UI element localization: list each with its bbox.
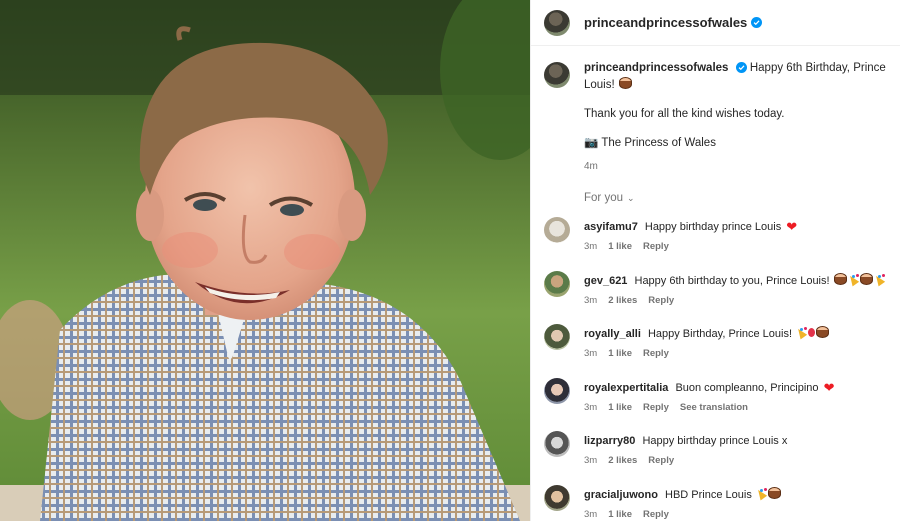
- reply-button[interactable]: Reply: [648, 455, 674, 466]
- camera-icon: 📷: [584, 137, 598, 149]
- avatar[interactable]: [544, 485, 570, 511]
- photo-boy-smiling: [0, 0, 530, 521]
- comment-time: 3m: [584, 241, 597, 252]
- caption-credit: The Princess of Wales: [601, 137, 716, 149]
- avatar[interactable]: [544, 431, 570, 457]
- comment-text: Happy 6th birthday to you, Prince Louis!: [635, 275, 830, 287]
- reply-button[interactable]: Reply: [643, 241, 669, 252]
- comment-likes[interactable]: 1 like: [608, 402, 632, 413]
- party-popper-emoji-icon: [848, 274, 859, 285]
- party-popper-emoji-icon: [874, 274, 885, 285]
- comment-likes[interactable]: 1 like: [608, 241, 632, 252]
- post-sidebar: princeandprincessofwales princeandprince…: [530, 0, 900, 521]
- verified-badge-icon: [736, 62, 747, 73]
- comment-item: lizparry80 Happy birthday prince Louis x…: [544, 424, 887, 478]
- comment-time: 3m: [584, 455, 597, 466]
- comment-likes[interactable]: 1 like: [608, 348, 632, 359]
- avatar[interactable]: [544, 10, 570, 36]
- comment-item: gev_621 Happy 6th birthday to you, Princ…: [544, 264, 887, 318]
- comment-username[interactable]: royally_alli: [584, 328, 641, 340]
- comment-username[interactable]: gracialjuwono: [584, 489, 658, 501]
- header-username[interactable]: princeandprincessofwales: [584, 15, 747, 30]
- comment-likes[interactable]: 1 like: [608, 509, 632, 520]
- caption-thanks: Thank you for all the kind wishes today.: [584, 106, 887, 123]
- verified-badge-icon: [751, 17, 762, 28]
- comment-time: 3m: [584, 509, 597, 520]
- avatar[interactable]: [544, 378, 570, 404]
- post-photo[interactable]: [0, 0, 530, 521]
- caption-username[interactable]: princeandprincessofwales: [584, 62, 728, 74]
- avatar[interactable]: [544, 324, 570, 350]
- comment-text: Happy birthday prince Louis x: [642, 435, 787, 447]
- caption-time: 4m: [584, 158, 887, 175]
- avatar[interactable]: [544, 271, 570, 297]
- instagram-post-view: princeandprincessofwales princeandprince…: [0, 0, 900, 521]
- comment-username[interactable]: gev_621: [584, 275, 627, 287]
- cake-emoji-icon: [619, 77, 632, 89]
- comment-text: Buon compleanno, Principino: [675, 382, 818, 394]
- comment-likes[interactable]: 2 likes: [608, 455, 637, 466]
- comment-list: asyifamu7 Happy birthday prince Louis ❤ …: [544, 210, 887, 531]
- comments-scroll-area[interactable]: princeandprincessofwales Happy 6th Birth…: [531, 46, 900, 531]
- comment-username[interactable]: lizparry80: [584, 435, 635, 447]
- comment-likes[interactable]: 2 likes: [608, 295, 637, 306]
- reply-button[interactable]: Reply: [648, 295, 674, 306]
- comment-time: 3m: [584, 402, 597, 413]
- cake-emoji-icon: [860, 273, 873, 285]
- comment-text: Happy birthday prince Louis: [645, 221, 781, 233]
- comment-text: HBD Prince Louis: [665, 489, 752, 501]
- reply-button[interactable]: Reply: [643, 402, 669, 413]
- comment-item: asyifamu7 Happy birthday prince Louis ❤ …: [544, 210, 887, 264]
- balloon-emoji-icon: [808, 328, 815, 337]
- comment-username[interactable]: asyifamu7: [584, 221, 638, 233]
- post-caption: princeandprincessofwales Happy 6th Birth…: [544, 60, 887, 175]
- cake-emoji-icon: [834, 273, 847, 285]
- cake-emoji-icon: [768, 487, 781, 499]
- reply-button[interactable]: Reply: [643, 509, 669, 520]
- post-header: princeandprincessofwales: [531, 0, 900, 46]
- comment-sort-dropdown[interactable]: For you ⌄: [584, 192, 887, 204]
- comment-time: 3m: [584, 295, 597, 306]
- comment-text: Happy Birthday, Prince Louis!: [648, 328, 792, 340]
- caption-avatar[interactable]: [544, 62, 570, 88]
- party-popper-emoji-icon: [796, 327, 807, 338]
- cake-emoji-icon: [816, 326, 829, 338]
- reply-button[interactable]: Reply: [643, 348, 669, 359]
- comment-item: royally_alli Happy Birthday, Prince Loui…: [544, 317, 887, 371]
- comment-username[interactable]: royalexpertitalia: [584, 382, 668, 394]
- avatar[interactable]: [544, 217, 570, 243]
- see-translation-button[interactable]: See translation: [680, 402, 748, 413]
- comment-time: 3m: [584, 348, 597, 359]
- comment-item: gracialjuwono HBD Prince Louis 3m 1 like…: [544, 478, 887, 531]
- chevron-down-icon: ⌄: [627, 193, 635, 204]
- heart-emoji-icon: ❤: [824, 380, 835, 395]
- heart-emoji-icon: ❤: [786, 219, 797, 234]
- party-popper-emoji-icon: [756, 488, 767, 499]
- sort-label: For you: [584, 192, 623, 204]
- comment-item: royalexpertitalia Buon compleanno, Princ…: [544, 371, 887, 425]
